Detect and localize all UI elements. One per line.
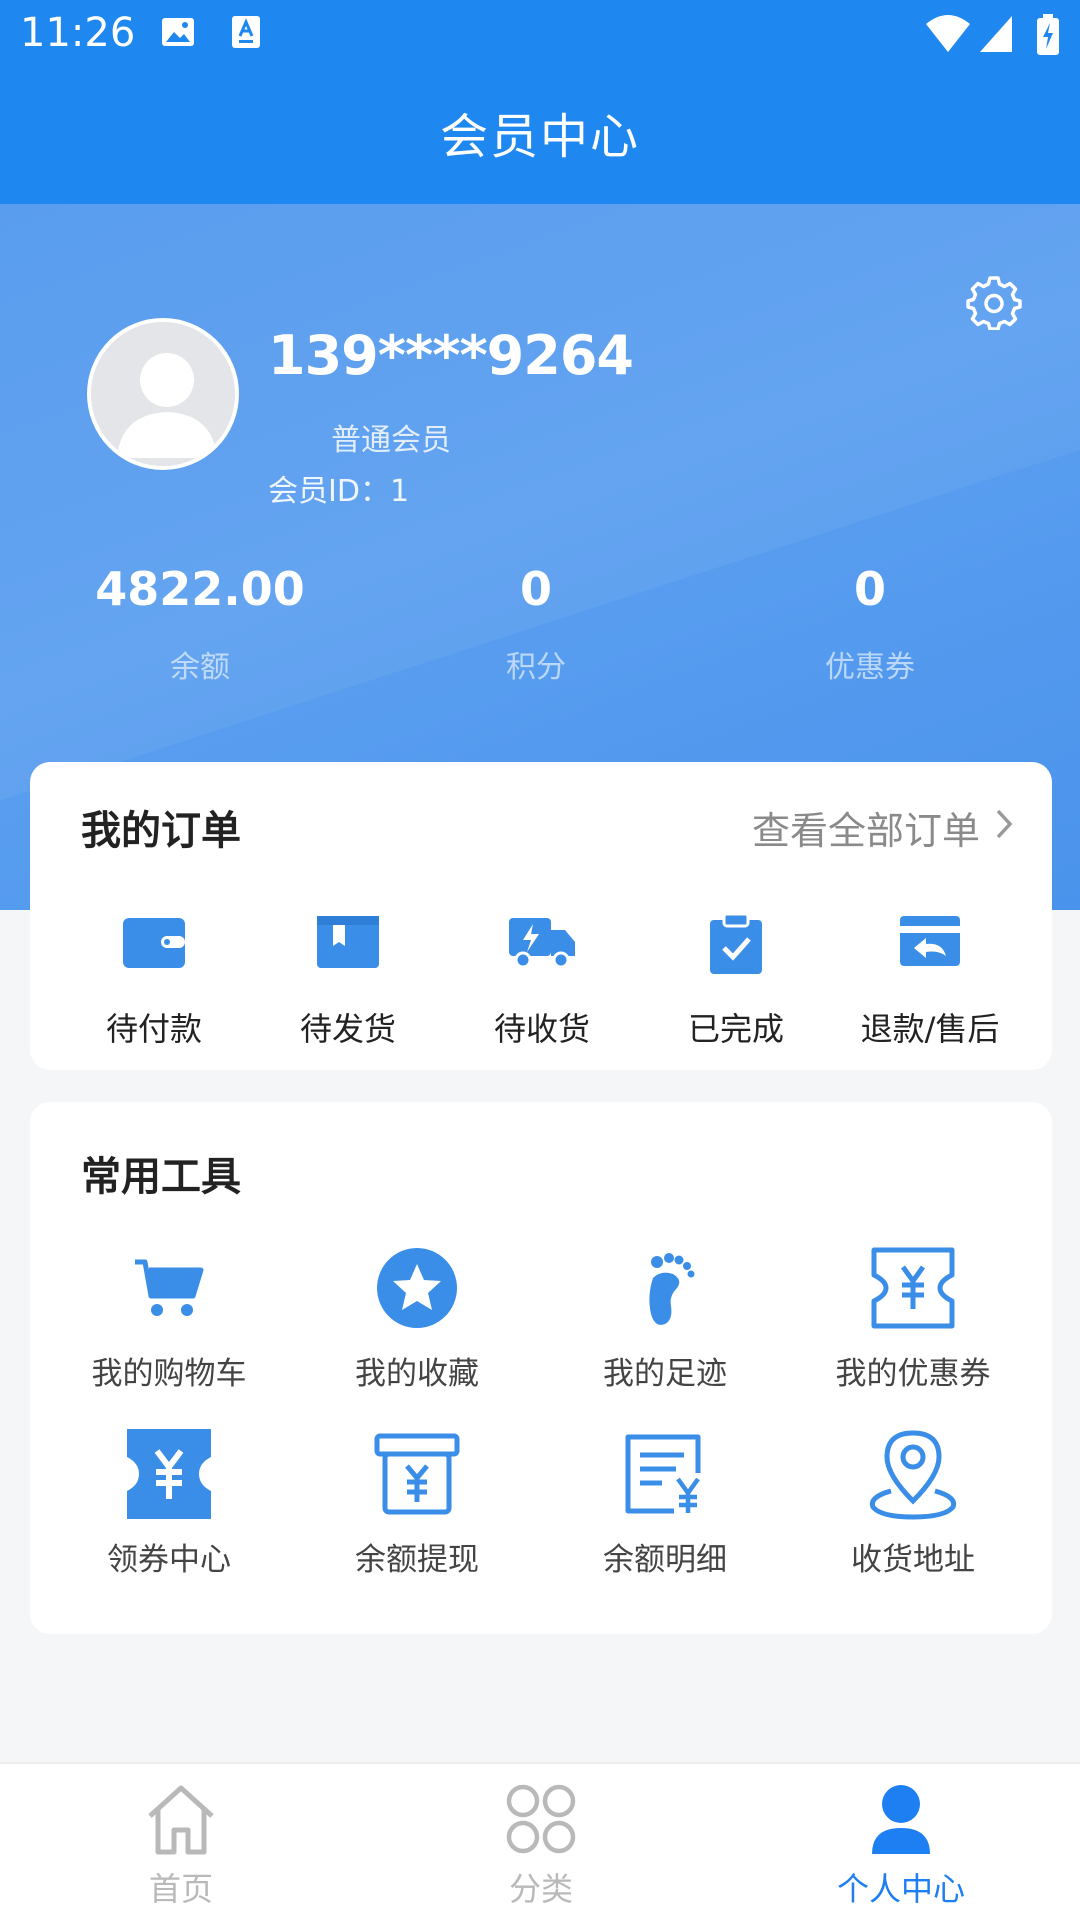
stat-label: 积分 [506,650,566,685]
stat-label: 余额 [170,650,230,685]
coupon-center-icon [49,1429,289,1519]
avatar[interactable] [87,318,239,470]
tab-profile[interactable]: 个人中心 [801,1782,1001,1910]
tool-label: 余额提现 [355,1542,479,1578]
tool-coupon-center[interactable]: 领券中心 [49,1429,289,1579]
tool-label: 收货地址 [851,1542,975,1578]
balance-detail-icon [545,1432,785,1516]
home-icon [81,1782,281,1860]
location-icon [793,1430,1033,1520]
stat-value: 0 [519,562,552,616]
order-completed[interactable]: 已完成 [636,912,836,1050]
tool-address[interactable]: 收货地址 [793,1430,1033,1579]
tool-cart[interactable]: 我的购物车 [49,1246,289,1393]
signal-icon [978,14,1014,58]
tool-withdraw[interactable]: 余额提现 [297,1432,537,1579]
view-all-orders-link[interactable]: 查看全部订单 [752,800,1014,855]
bottom-tab-bar: 首页 分类 个人中心 [0,1762,1080,1920]
stat-points[interactable]: 0 积分 [386,562,686,686]
keyboard-notification-icon [230,14,262,54]
coupon-icon [793,1246,1033,1330]
tab-label: 个人中心 [836,1870,965,1908]
star-icon [297,1246,537,1330]
refund-icon [830,912,1030,976]
tool-balance-detail[interactable]: 余额明细 [545,1432,785,1579]
status-bar: 11:26 [0,0,1080,75]
order-label: 待发货 [299,1010,396,1048]
orders-title: 我的订单 [81,808,241,854]
stat-value: 0 [853,562,886,616]
cart-icon [49,1246,289,1330]
stat-balance[interactable]: 4822.00 余额 [50,562,350,686]
clipboard-check-icon [636,912,836,976]
tools-card: 常用工具 我的购物车 我的收藏 我的足迹 我的优惠券 领券中心 余额提现 余额明… [30,1102,1052,1634]
tool-my-coupons[interactable]: 我的优惠券 [793,1246,1033,1393]
tab-category[interactable]: 分类 [441,1782,641,1910]
status-time: 11:26 [20,10,136,56]
tool-label: 我的优惠券 [835,1356,991,1392]
category-icon [441,1782,641,1860]
order-label: 退款/售后 [860,1010,1000,1048]
order-pending-payment[interactable]: 待付款 [54,912,254,1050]
view-all-label: 查看全部订单 [751,809,980,853]
settings-gear-icon[interactable] [966,274,1022,334]
order-label: 已完成 [687,1010,784,1048]
member-id: 会员ID：1 [268,474,410,509]
tool-favorites[interactable]: 我的收藏 [297,1246,537,1393]
tab-label: 分类 [508,1870,573,1908]
tool-label: 我的收藏 [355,1356,479,1392]
user-icon [801,1782,1001,1860]
nav-bar: 会员中心 [0,75,1080,204]
member-level: 普通会员 [331,423,451,458]
order-label: 待收货 [493,1010,590,1048]
stat-coupons[interactable]: 0 优惠券 [720,562,1020,686]
tool-label: 我的足迹 [603,1356,727,1392]
wifi-icon [924,14,972,58]
wallet-icon [54,912,254,976]
tool-label: 领券中心 [107,1542,231,1578]
order-pending-shipment[interactable]: 待发货 [248,912,448,1050]
order-pending-receipt[interactable]: 待收货 [442,912,642,1050]
withdraw-icon [297,1432,537,1516]
tab-home[interactable]: 首页 [81,1782,281,1910]
tool-footprints[interactable]: 我的足迹 [545,1246,785,1393]
image-notification-icon [160,14,196,54]
box-icon [248,912,448,976]
battery-icon [1036,14,1060,60]
user-phone: 139****9264 [268,324,634,387]
order-label: 待付款 [105,1010,202,1048]
truck-icon [442,912,642,976]
orders-card: 我的订单 查看全部订单 待付款 待发货 待收货 已完成 退款/售后 [30,762,1052,1070]
tab-label: 首页 [148,1870,213,1908]
tools-title: 常用工具 [81,1154,241,1200]
footprint-icon [545,1246,785,1330]
page-title: 会员中心 [439,109,640,165]
order-refund-aftersale[interactable]: 退款/售后 [830,912,1030,1050]
stat-label: 优惠券 [825,650,915,685]
chevron-right-icon [994,806,1014,850]
tool-label: 我的购物车 [91,1356,247,1392]
tool-label: 余额明细 [603,1542,727,1578]
stat-value: 4822.00 [95,562,305,616]
